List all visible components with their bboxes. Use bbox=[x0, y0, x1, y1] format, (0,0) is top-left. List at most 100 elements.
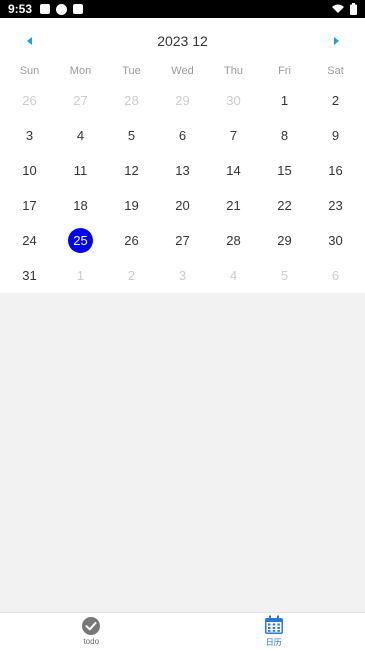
day-cell[interactable]: 28 bbox=[106, 83, 157, 118]
day-cell[interactable]: 18 bbox=[55, 188, 106, 223]
day-cell[interactable]: 4 bbox=[208, 258, 259, 293]
day-cell[interactable]: 11 bbox=[55, 153, 106, 188]
next-month-button[interactable] bbox=[327, 32, 345, 50]
day-cell[interactable]: 26 bbox=[106, 223, 157, 258]
day-cell[interactable]: 12 bbox=[106, 153, 157, 188]
tab-todo[interactable]: todo bbox=[0, 613, 183, 650]
day-cell[interactable]: 3 bbox=[157, 258, 208, 293]
day-number: 17 bbox=[22, 198, 37, 213]
day-number: 3 bbox=[25, 128, 34, 143]
check-circle-icon bbox=[82, 617, 101, 635]
day-cell[interactable]: 22 bbox=[259, 188, 310, 223]
weekday-thu: Thu bbox=[224, 65, 243, 77]
calendar-icon bbox=[264, 615, 283, 634]
day-cell[interactable]: 26 bbox=[4, 83, 55, 118]
day-number: 1 bbox=[280, 93, 289, 108]
day-cell[interactable]: 21 bbox=[208, 188, 259, 223]
weekday-sun: Sun bbox=[19, 65, 40, 77]
day-cell[interactable]: 30 bbox=[310, 223, 361, 258]
day-cell[interactable]: 6 bbox=[310, 258, 361, 293]
day-number: 28 bbox=[124, 93, 139, 108]
day-cell[interactable]: 2 bbox=[106, 258, 157, 293]
day-number: 29 bbox=[277, 233, 292, 248]
day-number: 12 bbox=[124, 163, 139, 178]
day-number: 15 bbox=[277, 163, 292, 178]
status-time: 9:53 bbox=[8, 2, 33, 16]
day-cell[interactable]: 3 bbox=[4, 118, 55, 153]
day-number: 27 bbox=[175, 233, 190, 248]
day-cell[interactable]: 24 bbox=[4, 223, 55, 258]
day-cell[interactable]: 27 bbox=[55, 83, 106, 118]
day-cell[interactable]: 4 bbox=[55, 118, 106, 153]
day-cell[interactable]: 31 bbox=[4, 258, 55, 293]
day-number: 19 bbox=[124, 198, 139, 213]
day-cell[interactable]: 29 bbox=[259, 223, 310, 258]
day-number: 29 bbox=[175, 93, 190, 108]
day-number: 21 bbox=[226, 198, 241, 213]
day-cell[interactable]: 5 bbox=[106, 118, 157, 153]
prev-month-button[interactable] bbox=[20, 32, 38, 50]
day-cell[interactable]: 19 bbox=[106, 188, 157, 223]
status-bar: 9:53 bbox=[0, 0, 365, 18]
day-cell[interactable]: 17 bbox=[4, 188, 55, 223]
day-number: 27 bbox=[73, 93, 88, 108]
day-number: 23 bbox=[328, 198, 343, 213]
calendar-header: 2023 12 bbox=[0, 30, 365, 52]
weekday-sat: Sat bbox=[327, 65, 344, 77]
day-cell[interactable]: 1 bbox=[259, 83, 310, 118]
day-number: 30 bbox=[226, 93, 241, 108]
day-number: 22 bbox=[277, 198, 292, 213]
day-cell[interactable]: 15 bbox=[259, 153, 310, 188]
day-cell[interactable]: 14 bbox=[208, 153, 259, 188]
day-cell-selected[interactable]: 25 bbox=[55, 223, 106, 258]
app-notification-icon-2 bbox=[73, 4, 84, 14]
day-number: 4 bbox=[76, 128, 85, 143]
weekday-mon: Mon bbox=[69, 65, 92, 77]
calendar-title: 2023 12 bbox=[157, 33, 208, 49]
day-number: 13 bbox=[175, 163, 190, 178]
day-grid: 26 27 28 29 30 1 2 3 4 5 6 7 8 9 10 11 12 13 14 15 16 17 18 19 2… bbox=[4, 83, 361, 293]
tab-calendar[interactable]: 日历 bbox=[183, 613, 365, 650]
day-cell[interactable]: 1 bbox=[55, 258, 106, 293]
day-cell[interactable]: 23 bbox=[310, 188, 361, 223]
day-cell[interactable]: 7 bbox=[208, 118, 259, 153]
calendar: 2023 12 Sun Mon Tue Wed Thu Fri Sat 26 27… bbox=[0, 18, 365, 293]
day-cell[interactable]: 16 bbox=[310, 153, 361, 188]
chevron-right-icon bbox=[333, 37, 339, 45]
day-number: 26 bbox=[124, 233, 139, 248]
day-cell[interactable]: 2 bbox=[310, 83, 361, 118]
day-cell[interactable]: 8 bbox=[259, 118, 310, 153]
day-number: 16 bbox=[328, 163, 343, 178]
tab-bar: todo 日历 bbox=[0, 612, 365, 650]
day-number: 4 bbox=[229, 268, 238, 283]
day-cell[interactable]: 30 bbox=[208, 83, 259, 118]
tab-todo-label: todo bbox=[83, 637, 100, 646]
day-cell[interactable]: 29 bbox=[157, 83, 208, 118]
wifi-icon bbox=[332, 4, 344, 13]
day-number: 5 bbox=[127, 128, 136, 143]
day-cell[interactable]: 9 bbox=[310, 118, 361, 153]
weekday-fri: Fri bbox=[278, 65, 291, 77]
day-cell[interactable]: 28 bbox=[208, 223, 259, 258]
day-number: 1 bbox=[76, 268, 85, 283]
day-cell[interactable]: 6 bbox=[157, 118, 208, 153]
day-number: 6 bbox=[178, 128, 187, 143]
day-cell[interactable]: 10 bbox=[4, 153, 55, 188]
tab-calendar-label: 日历 bbox=[265, 638, 282, 647]
day-number: 7 bbox=[229, 128, 238, 143]
day-cell[interactable]: 27 bbox=[157, 223, 208, 258]
day-number: 26 bbox=[22, 93, 37, 108]
day-number: 9 bbox=[331, 128, 340, 143]
day-cell[interactable]: 20 bbox=[157, 188, 208, 223]
day-cell[interactable]: 5 bbox=[259, 258, 310, 293]
day-cell[interactable]: 13 bbox=[157, 153, 208, 188]
day-number: 25 bbox=[68, 228, 93, 253]
day-number: 5 bbox=[280, 268, 289, 283]
day-number: 8 bbox=[280, 128, 289, 143]
day-number: 24 bbox=[22, 233, 37, 248]
day-number: 18 bbox=[73, 198, 88, 213]
day-number: 2 bbox=[127, 268, 136, 283]
day-number: 3 bbox=[178, 268, 187, 283]
content-area bbox=[0, 293, 365, 612]
battery-icon bbox=[350, 3, 357, 15]
